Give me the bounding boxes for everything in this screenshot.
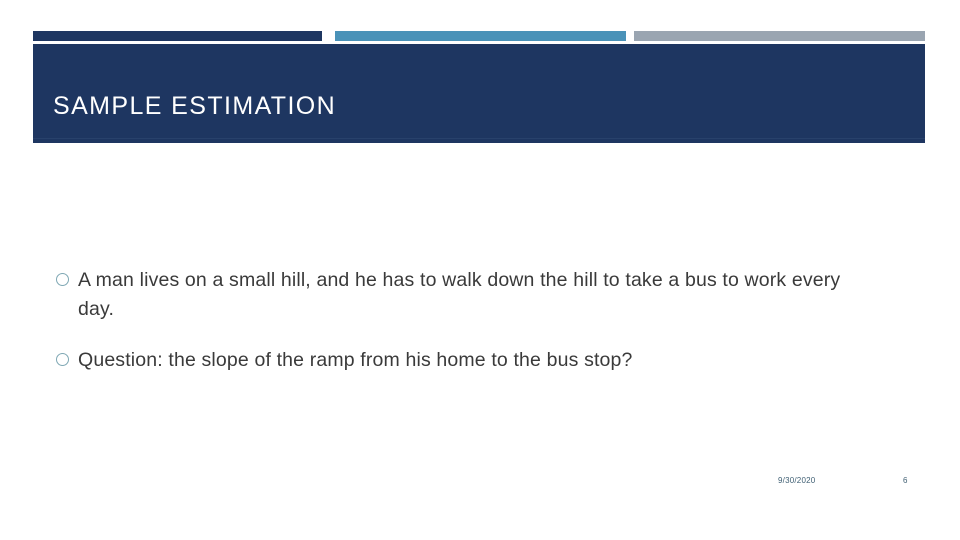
list-item-text: A man lives on a small hill, and he has … (78, 269, 841, 320)
accent-bar-blue (335, 31, 626, 41)
list-item-text: Question: the slope of the ramp from his… (78, 349, 633, 371)
footer-page-number: 6 (903, 476, 908, 485)
accent-bar-group (0, 31, 960, 41)
footer-date: 9/30/2020 (778, 476, 816, 485)
slide: SAMPLE ESTIMATION A man lives on a small… (0, 0, 960, 540)
accent-bar-navy (33, 31, 322, 41)
list-item: Question: the slope of the ramp from his… (56, 346, 906, 375)
hollow-circle-bullet-icon (56, 353, 69, 366)
list-item: A man lives on a small hill, and he has … (56, 266, 906, 324)
body-content: A man lives on a small hill, and he has … (56, 266, 906, 375)
page-title: SAMPLE ESTIMATION (53, 92, 337, 120)
accent-bar-gray (634, 31, 925, 41)
slide-footer: 9/30/2020 6 (0, 476, 960, 492)
title-band-underline (33, 138, 925, 139)
hollow-circle-bullet-icon (56, 273, 69, 286)
title-band: SAMPLE ESTIMATION (33, 44, 925, 143)
